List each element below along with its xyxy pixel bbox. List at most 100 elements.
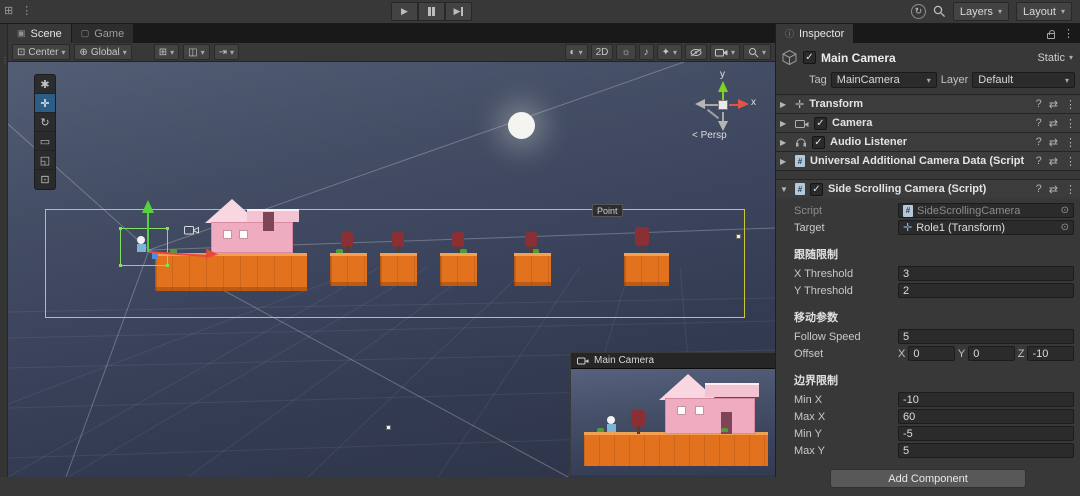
presets-icon[interactable]: ⇄ <box>1049 136 1058 149</box>
gizmo-center-cube[interactable] <box>718 100 728 110</box>
play-button[interactable]: ▶ <box>391 2 418 21</box>
component-header-transform[interactable]: ▶ ✛ Transform ? ⇄ ⋮ <box>776 94 1080 113</box>
min-y-field[interactable]: -5 <box>898 426 1074 441</box>
help-icon[interactable]: ? <box>1036 117 1042 129</box>
tag-dropdown[interactable]: MainCamera ▾ <box>831 72 937 88</box>
rotate-tool-button[interactable]: ↻ <box>35 113 55 132</box>
platform-tile-sprite[interactable] <box>440 253 477 286</box>
component-header-audio-listener[interactable]: ▶ ✓ Audio Listener ? ⇄ ⋮ <box>776 132 1080 151</box>
scene-viewport[interactable]: Point y x < Persp ✱ ✛ ↻ ▭ ◱ ⊡ <box>8 62 775 477</box>
help-icon[interactable]: ? <box>1036 183 1042 195</box>
component-header-camera[interactable]: ▶ ✓ Camera ? ⇄ ⋮ <box>776 113 1080 132</box>
foldout-icon[interactable]: ▶ <box>780 119 790 128</box>
presets-icon[interactable]: ⇄ <box>1049 183 1058 196</box>
target-object-field[interactable]: ✛ Role1 (Transform) ⊙ <box>898 220 1074 235</box>
presets-icon[interactable]: ⇄ <box>1049 155 1058 168</box>
min-x-field[interactable]: -10 <box>898 392 1074 407</box>
layout-dropdown[interactable]: Layout ▾ <box>1016 2 1072 21</box>
ground-platform-sprite[interactable] <box>155 253 307 291</box>
active-checkbox[interactable]: ✓ <box>803 51 816 64</box>
draw-mode-dropdown[interactable]: ◐ ▾ <box>565 44 588 60</box>
gizmos-dropdown[interactable]: ▾ <box>743 44 771 60</box>
gizmo-y-cone[interactable] <box>718 81 728 92</box>
max-y-field[interactable]: 5 <box>898 443 1074 458</box>
scene-audio-toggle[interactable]: ♪ <box>639 44 654 60</box>
component-header-universal-camera-data[interactable]: ▶ # Universal Additional Camera Data (Sc… <box>776 151 1080 170</box>
static-dropdown[interactable]: Static ▾ <box>1037 52 1075 64</box>
window-grid-icon[interactable]: ⊞ <box>4 4 13 17</box>
object-picker-icon[interactable]: ⊙ <box>1061 222 1069 233</box>
component-menu-icon[interactable]: ⋮ <box>1065 98 1076 111</box>
orientation-gizmo[interactable]: y x < Persp <box>689 72 759 142</box>
tab-game[interactable]: ▢ Game <box>72 24 134 43</box>
point-object-label[interactable]: Point <box>592 204 623 217</box>
tool-handle-position-dropdown[interactable]: ⊡ Center ▾ <box>12 44 70 60</box>
rect-tool-button[interactable]: ▭ <box>35 132 55 151</box>
object-picker-icon[interactable]: ⊙ <box>1061 205 1069 216</box>
version-control-icon[interactable]: ↻ <box>911 4 926 19</box>
tab-scene[interactable]: ▣ Scene <box>8 24 72 43</box>
tab-inspector[interactable]: ⓘ Inspector <box>776 24 854 43</box>
offset-z-field[interactable]: -10 <box>1027 346 1074 361</box>
component-enabled-checkbox[interactable]: ✓ <box>810 183 823 196</box>
gizmo-handle[interactable] <box>386 425 391 430</box>
platform-tile-sprite[interactable] <box>514 253 551 286</box>
gizmo-x-cone[interactable] <box>738 99 749 109</box>
foldout-icon[interactable]: ▶ <box>780 157 790 166</box>
max-x-field[interactable]: 60 <box>898 409 1074 424</box>
component-menu-icon[interactable]: ⋮ <box>1065 155 1076 168</box>
player-sprite[interactable] <box>137 236 146 252</box>
house-sprite[interactable] <box>203 201 299 253</box>
2d-mode-toggle[interactable]: 2D <box>591 44 614 60</box>
pause-button[interactable] <box>418 2 445 21</box>
view-tool-button[interactable]: ✱ <box>35 75 55 94</box>
component-enabled-checkbox[interactable]: ✓ <box>814 117 827 130</box>
snap-increment-dropdown[interactable]: ⇥ ▾ <box>214 44 239 60</box>
component-menu-icon[interactable]: ⋮ <box>1065 136 1076 149</box>
follow-speed-field[interactable]: 5 <box>898 329 1074 344</box>
help-icon[interactable]: ? <box>1036 98 1042 110</box>
move-gizmo-z-handle[interactable] <box>152 253 158 259</box>
gizmo-neg-x-cone[interactable] <box>695 99 705 109</box>
search-icon[interactable] <box>933 5 946 18</box>
snap-settings-dropdown[interactable]: ◫ ▾ <box>183 44 209 60</box>
offset-x-field[interactable]: 0 <box>908 346 955 361</box>
foldout-icon[interactable]: ▶ <box>780 138 790 147</box>
component-menu-icon[interactable]: ⋮ <box>1065 117 1076 130</box>
scene-lighting-toggle[interactable]: ☼ <box>616 44 635 60</box>
step-button[interactable]: ▶ <box>445 2 472 21</box>
scale-tool-button[interactable]: ◱ <box>35 151 55 170</box>
gizmo-handle[interactable] <box>736 234 741 239</box>
platform-tile-sprite[interactable] <box>624 253 669 286</box>
hidden-objects-toggle[interactable] <box>685 44 707 60</box>
move-gizmo-y-axis[interactable] <box>147 212 149 252</box>
scene-camera-dropdown[interactable]: ▾ <box>710 44 740 60</box>
component-enabled-checkbox[interactable]: ✓ <box>812 136 825 149</box>
gizmo-z-arm[interactable] <box>707 109 719 119</box>
gameobject-name-field[interactable]: Main Camera <box>821 51 1032 65</box>
window-menu-icon[interactable]: ⋮ <box>21 4 32 17</box>
tool-handle-rotation-dropdown[interactable]: ⊕ Global ▾ <box>74 44 131 60</box>
presets-icon[interactable]: ⇄ <box>1049 98 1058 111</box>
presets-icon[interactable]: ⇄ <box>1049 117 1058 130</box>
effects-dropdown[interactable]: ✦ ▾ <box>657 44 682 60</box>
lock-icon[interactable] <box>1047 33 1055 39</box>
platform-tile-sprite[interactable] <box>330 253 367 286</box>
platform-tile-sprite[interactable] <box>380 253 417 286</box>
move-tool-button[interactable]: ✛ <box>35 94 55 113</box>
help-icon[interactable]: ? <box>1036 136 1042 148</box>
panel-menu-icon[interactable]: ⋮ <box>1063 27 1074 40</box>
layers-dropdown[interactable]: Layers ▾ <box>953 2 1009 21</box>
foldout-icon[interactable]: ▼ <box>780 185 790 194</box>
collapsed-left-panel[interactable]: ⋮⋮ <box>0 24 8 477</box>
x-threshold-field[interactable]: 3 <box>898 266 1074 281</box>
layer-dropdown[interactable]: Default ▾ <box>972 72 1075 88</box>
add-component-button[interactable]: Add Component <box>830 469 1026 488</box>
component-header-side-scrolling-camera[interactable]: ▼ # ✓ Side Scrolling Camera (Script) ? ⇄… <box>776 179 1080 198</box>
perspective-label[interactable]: < Persp <box>692 130 727 141</box>
script-object-field[interactable]: # SideScrollingCamera ⊙ <box>898 203 1074 218</box>
help-icon[interactable]: ? <box>1036 155 1042 167</box>
transform-tool-button[interactable]: ⊡ <box>35 170 55 189</box>
move-gizmo-x-arrow-icon[interactable] <box>206 249 219 260</box>
camera-gizmo-icon[interactable] <box>184 225 199 238</box>
